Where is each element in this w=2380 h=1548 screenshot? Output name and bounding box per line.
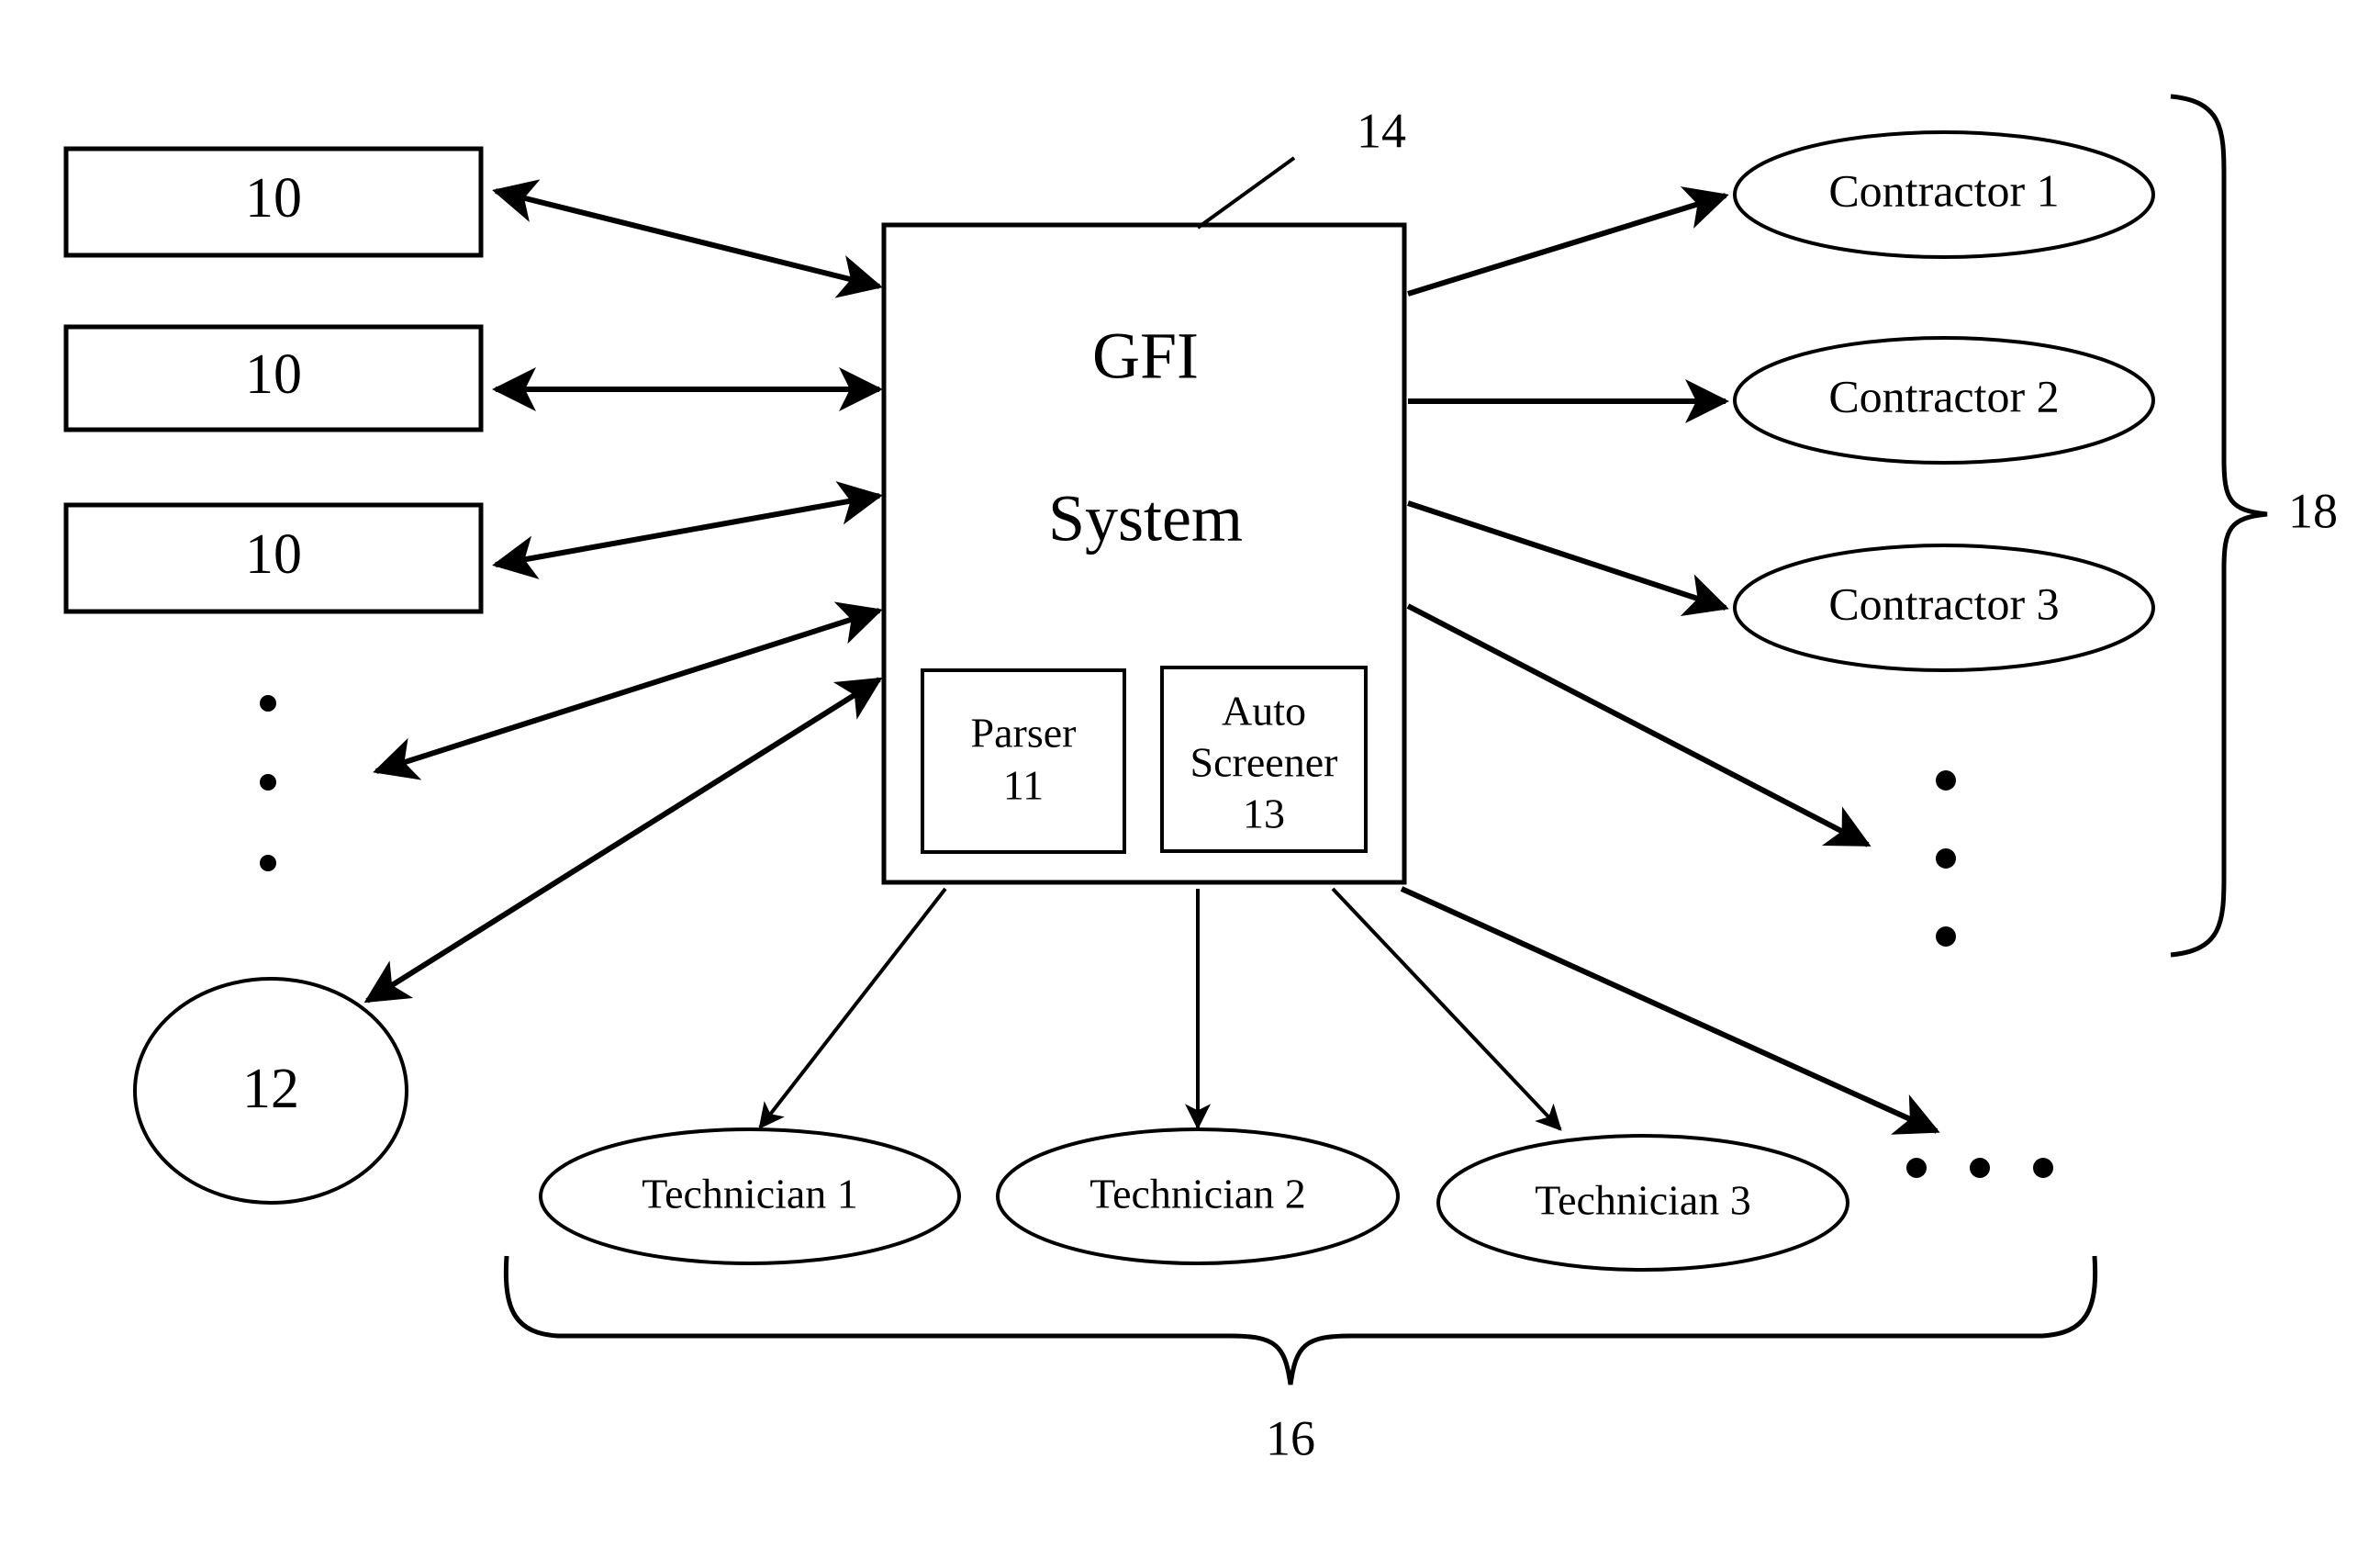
gfi-system-title-line1: GFI — [1092, 320, 1199, 393]
technicians-brace-reference: 16 — [1266, 1410, 1315, 1465]
left-box-1-label: 10 — [245, 167, 302, 230]
ellipsis-dot — [1906, 1158, 1927, 1178]
left-box-group-2[interactable]: 10 — [63, 324, 484, 432]
technician-3-label: Technician 3 — [1535, 1177, 1751, 1224]
ellipsis-dot — [1970, 1158, 1990, 1178]
gfi-system-group[interactable]: GFI System Parser 11 Auto Screener 13 — [881, 222, 1407, 885]
ellipsis-dot — [2033, 1158, 2053, 1178]
technician-group-2[interactable]: Technician 2 — [996, 1127, 1400, 1265]
connector-gfi-contractor1 — [1407, 186, 1729, 297]
ellipsis-dot — [260, 695, 276, 712]
left-circle-group[interactable]: 12 — [133, 977, 408, 1205]
technician-1-label: Technician 1 — [642, 1171, 858, 1217]
auto-screener-name-line1: Auto — [1222, 688, 1306, 735]
parser-subblock-reference: 11 — [1003, 762, 1044, 809]
left-circle-12-label: 12 — [242, 1058, 299, 1120]
technician-horizontal-ellipsis — [1906, 1158, 2053, 1178]
contractors-brace-group: 18 — [2170, 94, 2338, 958]
contractor-vertical-ellipsis — [1936, 770, 1956, 947]
ellipsis-dot — [1936, 926, 1956, 947]
left-box-3-label: 10 — [245, 523, 302, 586]
connector-ellipsis-gfi — [373, 601, 883, 780]
left-vertical-ellipsis — [260, 695, 276, 871]
reference-14-leader — [1196, 156, 1296, 230]
connector-gfi-technician3 — [1331, 887, 1562, 1131]
contractor-group-3[interactable]: Contractor 3 — [1733, 544, 2155, 672]
connector-gfi-technician-more — [1400, 886, 1940, 1135]
auto-screener-name-line2: Screener — [1190, 739, 1338, 786]
parser-subblock-group[interactable]: Parser 11 — [921, 668, 1126, 854]
connector-gfi-technician1 — [758, 887, 947, 1129]
parser-subblock-name: Parser — [971, 710, 1077, 757]
technician-2-label: Technician 2 — [1089, 1171, 1306, 1217]
auto-screener-reference: 13 — [1243, 791, 1285, 837]
reference-14-label: 14 — [1357, 103, 1406, 158]
contractor-3-label: Contractor 3 — [1828, 578, 2059, 629]
connector-box1-gfi — [492, 179, 883, 298]
ellipsis-dot — [1936, 770, 1956, 791]
left-box-2-label: 10 — [245, 343, 302, 406]
auto-screener-subblock-group[interactable]: Auto Screener 13 — [1160, 666, 1368, 853]
contractor-2-label: Contractor 2 — [1828, 370, 2059, 421]
ellipsis-dot — [260, 855, 276, 871]
contractors-brace — [2170, 94, 2268, 958]
left-box-group-1[interactable]: 10 — [63, 146, 484, 258]
patent-diagram: 10 10 10 12 GFI System Parser 11 Auto Sc… — [63, 94, 2338, 1465]
technicians-brace — [503, 1255, 2098, 1385]
technician-group-3[interactable]: Technician 3 — [1436, 1134, 1849, 1272]
connector-box3-gfi — [492, 481, 883, 579]
figure-canvas: 10 10 10 12 GFI System Parser 11 Auto Sc… — [0, 0, 2380, 1548]
contractors-brace-reference: 18 — [2288, 483, 2338, 538]
connector-gfi-contractor3 — [1407, 500, 1729, 617]
contractor-group-1[interactable]: Contractor 1 — [1733, 130, 2155, 259]
connector-circle12-gfi — [363, 677, 883, 1004]
contractor-group-2[interactable]: Contractor 2 — [1733, 336, 2155, 465]
reference-14-group: 14 — [1196, 103, 1406, 230]
ellipsis-dot — [1936, 848, 1956, 869]
technician-group-1[interactable]: Technician 1 — [539, 1127, 961, 1265]
ellipsis-dot — [260, 774, 276, 791]
left-box-group-3[interactable]: 10 — [63, 502, 484, 614]
contractor-1-label: Contractor 1 — [1828, 164, 2059, 216]
technicians-brace-group: 16 — [503, 1255, 2098, 1465]
gfi-system-title-line2: System — [1048, 482, 1243, 555]
